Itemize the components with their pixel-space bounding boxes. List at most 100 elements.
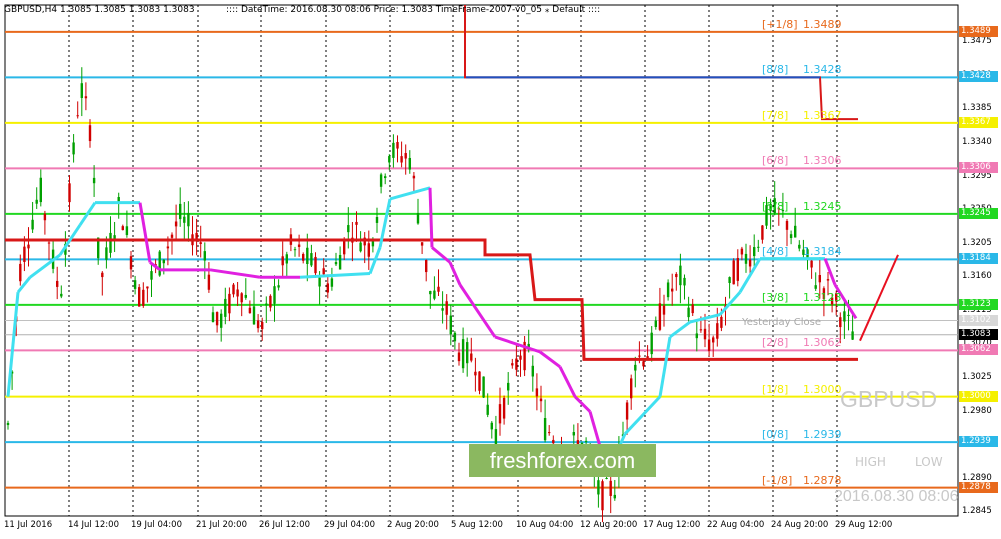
level-label: [2/8] [762,336,789,350]
candle-body [101,272,104,278]
candle-body [753,247,756,257]
candle-body [740,248,744,255]
candle-body [60,293,63,297]
level-price-tag: 1.3428 [959,71,998,83]
candle-body [609,480,612,496]
candle-body [535,388,539,397]
candle-body [494,429,498,446]
candle-body [388,156,391,163]
trailing-stop-segment [29,253,61,279]
trailing-stop-segment [658,336,672,397]
level-value: 1.2878 [803,473,842,487]
candle-body [400,156,403,163]
candle-body [650,332,653,355]
candle-body [347,225,350,233]
trailing-stop-segment [573,395,592,413]
time-tick: 17 Aug 12:00 [643,520,701,530]
candle-body [84,96,88,99]
candle-body [224,298,227,317]
time-tick: 14 Jul 12:00 [68,520,119,530]
candle-body [736,257,739,281]
candle-body [785,220,789,230]
trailing-stop-segment [389,186,431,201]
level-value: 1.3123 [803,290,842,304]
candle-body [675,273,678,278]
candle-body [539,398,543,402]
trailing-stop-segment [6,292,20,397]
current-price-tag: 1.3083 [959,328,998,340]
candle-body [498,404,502,424]
candle-body [502,397,506,419]
broker-logo: freshforex.com [469,444,656,477]
candle-body [847,314,850,317]
candle-body [23,246,26,262]
trailing-stop-segment [846,304,858,320]
level-price-tag: 1.3184 [959,253,998,265]
candle-body [728,277,731,283]
candle-body [150,271,153,280]
candle-body [31,219,34,230]
candle-body [68,183,71,203]
candle-body [228,293,231,314]
candle-body [441,308,444,311]
candle-body [125,226,129,236]
trailing-stop-segment [558,366,577,398]
candle-body [367,243,370,257]
projection-line [859,254,899,342]
price-tick: 1.2845 [962,506,992,517]
level-label: [+1/8] [762,17,798,31]
level-value: 1.3489 [803,17,842,31]
candle-body [638,355,641,357]
level-value: 1.2939 [803,428,842,442]
candle-body [277,285,280,288]
candle-body [76,115,79,117]
candle-body [712,337,715,343]
candle-body [6,422,10,426]
candle-body [43,213,47,221]
candle-body [256,320,260,329]
candle-body [269,295,272,308]
candle-body [306,247,309,264]
trailing-stop-segment [299,272,371,279]
candle-body [310,253,313,266]
candle-body [748,259,752,267]
candle-body [687,307,690,318]
candle-body [27,244,30,249]
symbol-info: GBPUSD,H4 1.3085 1.3085 1.3083 1.3083 [4,5,195,15]
trailing-stop-segment [623,395,662,435]
level-value: 1.3062 [803,336,842,350]
candle-body [19,263,22,282]
level-label: [8/8] [762,63,789,77]
candle-body [851,331,854,340]
candle-body [273,286,276,304]
candle-body [630,378,633,399]
candle-body [798,244,801,249]
symbol-watermark: GBPUSD [840,386,938,412]
candle-body [133,280,137,289]
chart-window[interactable]: GBPUSD,H4 1.3085 1.3085 1.3083 1.3083 ::… [0,0,1001,539]
candle-body [416,213,420,224]
candle-body [211,312,215,323]
candle-body [174,221,178,227]
candle-body [113,235,116,240]
level-price-tag: 1.3245 [959,207,998,219]
candle-body [548,432,551,434]
candle-body [826,279,830,281]
low-label: LOW [915,455,943,469]
candle-body [634,364,637,371]
candle-body [531,365,534,377]
candle-body [429,291,432,295]
candle-body [244,294,247,298]
level-value: 1.3184 [803,245,842,259]
level-label: [4/8] [762,245,789,259]
candle-body [433,290,436,299]
price-tick: 1.2980 [962,405,992,416]
candle-body [478,371,481,391]
time-tick: 26 Jul 12:00 [259,520,310,530]
candle-body [707,339,711,351]
candle-body [507,382,510,391]
candle-body [584,440,588,442]
candle-body [92,177,96,184]
candle-body [146,286,149,289]
time-tick: 24 Aug 20:00 [771,520,829,530]
